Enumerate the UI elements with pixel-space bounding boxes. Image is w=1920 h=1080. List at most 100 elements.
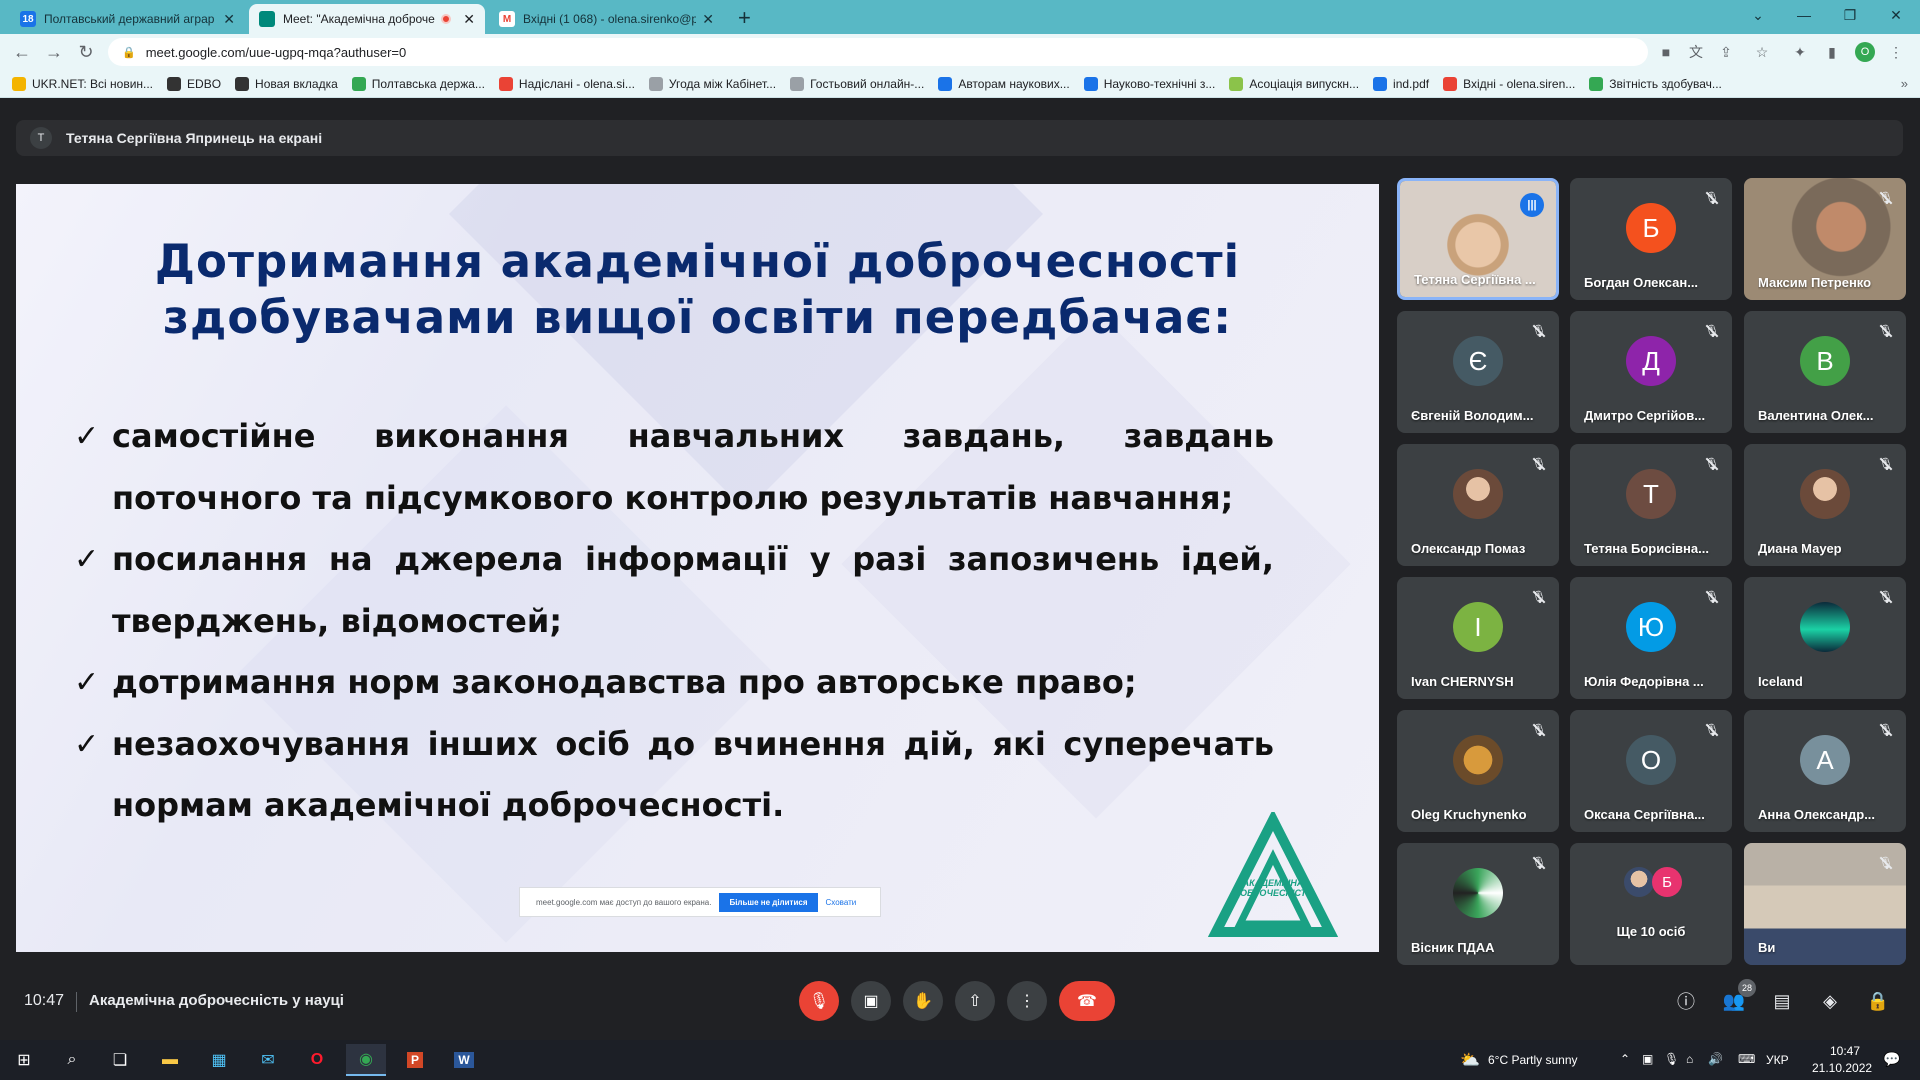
lock-icon[interactable]: 🔒: [122, 46, 136, 59]
task-view-button[interactable]: ❏: [100, 1044, 140, 1076]
notifications-icon[interactable]: 💬: [1883, 1051, 1900, 1068]
more-bookmarks-icon[interactable]: »: [1901, 76, 1908, 91]
participant-tile[interactable]: 🎙 Максим Петренко: [1744, 178, 1906, 300]
camera-in-use-icon[interactable]: ■: [1656, 42, 1676, 62]
participant-tile[interactable]: 🎙 Олександр Помаз: [1397, 444, 1559, 566]
bookmark-item[interactable]: Звітність здобувач...: [1589, 76, 1722, 91]
file-explorer-button[interactable]: ▬: [150, 1044, 190, 1076]
close-tab-icon[interactable]: ✕: [702, 11, 714, 28]
mail-button[interactable]: ✉: [248, 1044, 288, 1076]
store-icon: ▦: [211, 1052, 227, 1069]
keyboard-icon[interactable]: ⌨: [1738, 1052, 1755, 1066]
participant-tile[interactable]: Б Ще 10 осіб: [1570, 843, 1732, 965]
participant-tile[interactable]: ||| Тетяна Сергіївна ...: [1397, 178, 1559, 300]
weather-text[interactable]: 6°C Partly sunny: [1488, 1053, 1578, 1067]
meeting-title: Академічна доброчесність у науці: [89, 992, 344, 1009]
people-button[interactable]: 👥 28: [1718, 979, 1756, 1017]
restore-button[interactable]: ❐: [1827, 0, 1873, 30]
bookmark-star-icon[interactable]: ☆: [1752, 42, 1772, 62]
bookmark-item[interactable]: Асоціація випускн...: [1229, 76, 1359, 91]
participant-tile[interactable]: 🎙 Диана Мауер: [1744, 444, 1906, 566]
participant-tile[interactable]: 🎙 Oleg Kruchynenko: [1397, 710, 1559, 832]
microphone-off-button[interactable]: 🎙: [799, 981, 839, 1021]
muted-mic-icon: 🎙: [1704, 191, 1720, 205]
store-button[interactable]: ▦: [199, 1044, 239, 1076]
participant-tile[interactable]: Т 🎙 Тетяна Борисівна...: [1570, 444, 1732, 566]
opera-button[interactable]: O: [297, 1044, 337, 1076]
more-options-button[interactable]: ⋮: [1007, 981, 1047, 1021]
activities-button[interactable]: ◈: [1814, 985, 1846, 1017]
bookmark-item[interactable]: Надіслані - olena.si...: [498, 76, 635, 91]
camera-button[interactable]: ▣: [851, 981, 891, 1021]
mic-tray-icon[interactable]: 🎙: [1664, 1052, 1679, 1066]
chrome-icon: ◉: [359, 1051, 373, 1068]
meeting-details-button[interactable]: ⓘ: [1670, 985, 1702, 1017]
camera-tray-icon[interactable]: ▣: [1642, 1052, 1653, 1066]
bookmark-item[interactable]: Науково-технічні з...: [1083, 76, 1215, 91]
tab-gmail[interactable]: M Вхідні (1 068) - olena.sirenko@p ✕: [489, 4, 724, 34]
raise-hand-button[interactable]: ✋: [903, 981, 943, 1021]
new-tab-button[interactable]: +: [738, 5, 751, 31]
participant-tile[interactable]: 🎙 Iceland: [1744, 577, 1906, 699]
participant-tile[interactable]: А 🎙 Анна Олександр...: [1744, 710, 1906, 832]
bookmarks-bar: UKR.NET: Всі новин... EDBO Новая вкладка По…: [0, 70, 1920, 98]
participant-tile[interactable]: Б 🎙 Богдан Олексан...: [1570, 178, 1732, 300]
bookmark-item[interactable]: Гостьовий онлайн-...: [790, 76, 924, 91]
lock-person-icon: 🔒: [1866, 990, 1890, 1011]
bookmark-item[interactable]: ind.pdf: [1373, 76, 1429, 91]
chrome-button[interactable]: ◉: [346, 1044, 386, 1076]
url-field[interactable]: 🔒 meet.google.com/uue-ugpq-mqa?authuser=…: [108, 38, 1648, 66]
volume-icon[interactable]: 🔊: [1708, 1052, 1723, 1066]
profile-avatar[interactable]: O: [1855, 42, 1875, 62]
tab-university[interactable]: 18 Полтавський державний аграр ✕: [10, 4, 245, 34]
participant-tile[interactable]: Є 🎙 Євгеній Володим...: [1397, 311, 1559, 433]
tray-chevron-icon[interactable]: ⌃: [1620, 1052, 1630, 1066]
leave-call-button[interactable]: ☎: [1059, 981, 1115, 1021]
minimize-button[interactable]: —: [1781, 0, 1827, 30]
extensions-icon[interactable]: ✦: [1790, 42, 1810, 62]
close-tab-icon[interactable]: ✕: [463, 11, 475, 28]
tab-search-icon[interactable]: ⌄: [1735, 0, 1781, 30]
stop-sharing-button[interactable]: Більше не ділитися: [719, 892, 818, 912]
language-indicator[interactable]: УКР: [1766, 1053, 1789, 1067]
bookmark-item[interactable]: Полтавська держа...: [351, 76, 485, 91]
muted-mic-icon: 🎙: [1531, 856, 1547, 870]
side-panel-icon[interactable]: ▮: [1822, 42, 1842, 62]
chat-button[interactable]: ▤: [1766, 985, 1798, 1017]
mail-icon: ✉: [261, 1052, 275, 1069]
forward-icon[interactable]: →: [42, 40, 66, 64]
participant-tile[interactable]: Д 🎙 Дмитро Сергійов...: [1570, 311, 1732, 433]
participant-tile[interactable]: О 🎙 Оксана Сергіївна...: [1570, 710, 1732, 832]
bookmark-item[interactable]: Новая вкладка: [235, 76, 338, 91]
word-button[interactable]: W: [444, 1044, 484, 1076]
bookmark-item[interactable]: EDBO: [167, 76, 221, 91]
host-controls-button[interactable]: 🔒: [1862, 985, 1894, 1017]
close-tab-icon[interactable]: ✕: [223, 11, 235, 28]
start-button[interactable]: ⊞: [4, 1044, 44, 1076]
tab-meet[interactable]: Meet: "Академічна доброче ✕: [249, 4, 485, 34]
tray-time[interactable]: 10:47: [1830, 1044, 1860, 1058]
participant-tile[interactable]: В 🎙 Валентина Олек...: [1744, 311, 1906, 433]
participant-tile[interactable]: I 🎙 Ivan CHERNYSH: [1397, 577, 1559, 699]
muted-mic-icon: 🎙: [1878, 723, 1894, 737]
share-icon[interactable]: ⇪: [1716, 42, 1736, 62]
bookmark-item[interactable]: Вхідні - olena.siren...: [1443, 76, 1575, 91]
reload-icon[interactable]: ↻: [74, 40, 98, 64]
weather-icon[interactable]: ⛅: [1460, 1050, 1480, 1070]
close-window-button[interactable]: ✕: [1873, 0, 1919, 30]
network-icon[interactable]: ⌂: [1686, 1052, 1693, 1066]
participant-tile[interactable]: 🎙 Вісник ПДАА: [1397, 843, 1559, 965]
back-icon[interactable]: ←: [10, 40, 34, 64]
bookmark-item[interactable]: Авторам наукових...: [938, 76, 1070, 91]
translate-icon[interactable]: 文: [1686, 42, 1706, 62]
search-button[interactable]: ⌕: [52, 1044, 92, 1076]
hide-notice-button[interactable]: Сховати: [826, 898, 857, 907]
tray-date[interactable]: 21.10.2022: [1812, 1061, 1872, 1075]
powerpoint-button[interactable]: P: [395, 1044, 435, 1076]
present-screen-button[interactable]: ⇧: [955, 981, 995, 1021]
participant-tile[interactable]: Ю 🎙 Юлія Федорівна ...: [1570, 577, 1732, 699]
bookmark-item[interactable]: Угода між Кабінет...: [648, 76, 776, 91]
bookmark-item[interactable]: UKR.NET: Всі новин...: [12, 76, 153, 91]
participant-tile[interactable]: 🎙 Ви: [1744, 843, 1906, 965]
menu-kebab-icon[interactable]: ⋮: [1886, 42, 1906, 62]
